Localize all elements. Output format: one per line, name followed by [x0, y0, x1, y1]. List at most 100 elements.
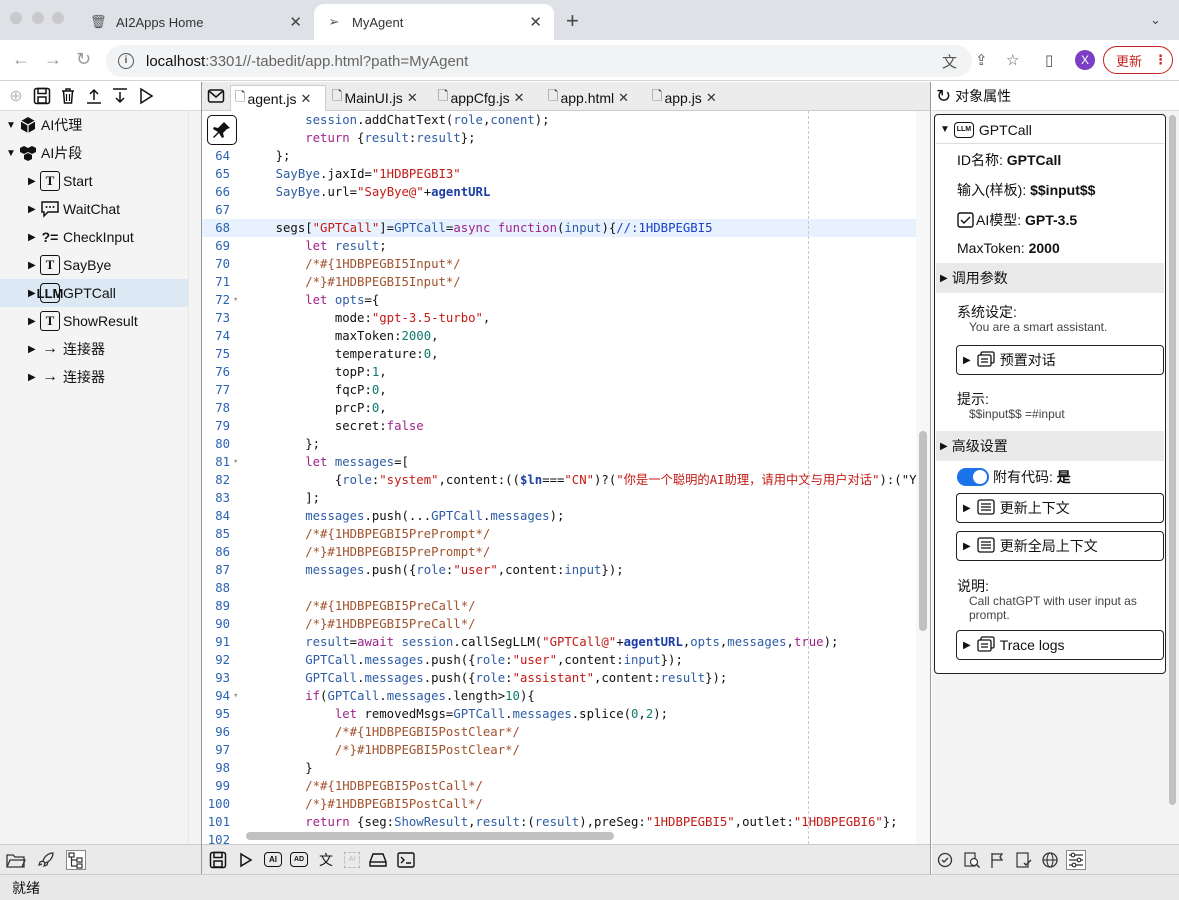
browser-tab-home[interactable]: 🗑 AI2Apps Home ✕ — [78, 4, 314, 40]
drive-icon[interactable] — [368, 850, 388, 870]
fold-arrow-icon[interactable]: ▾ — [233, 453, 238, 471]
update-button[interactable]: 更新 ⋮ — [1103, 46, 1173, 74]
delete-icon[interactable] — [58, 86, 78, 106]
window-minimize-button[interactable] — [32, 12, 44, 24]
expand-arrow-icon[interactable]: ▼ — [940, 124, 950, 135]
save-icon[interactable] — [208, 850, 228, 870]
tab-agent-js[interactable]: 🗋 agent.js ✕ — [230, 85, 326, 111]
window-zoom-button[interactable] — [52, 12, 64, 24]
ai-disabled-icon[interactable]: AI — [344, 851, 360, 868]
collapsed-arrow-icon[interactable]: ▶ — [28, 344, 40, 355]
info-icon[interactable]: i — [118, 53, 134, 69]
window-close-button[interactable] — [10, 12, 22, 24]
tree-node-connector[interactable]: ▶ → 连接器 — [0, 335, 188, 363]
forward-button[interactable]: → — [44, 49, 62, 70]
editor-horizontal-scrollbar[interactable] — [246, 832, 614, 840]
prop-id[interactable]: ID名称: GPTCall — [957, 150, 1061, 170]
tree-node-connector[interactable]: ▶ → 连接器 — [0, 363, 188, 391]
share-icon[interactable]: ⇪ — [975, 51, 988, 69]
tab-mainui-js[interactable]: 🗋 MainUI.js ✕ — [328, 85, 428, 111]
pin-icon[interactable] — [207, 115, 237, 145]
prop-input[interactable]: 输入(样板): $$input$$ — [957, 180, 1095, 200]
tab-app-js[interactable]: 🗋 app.js ✕ — [648, 85, 730, 111]
collapsed-arrow-icon[interactable]: ▶ — [28, 260, 40, 271]
move-down-icon[interactable] — [110, 86, 130, 106]
prop-maxtoken[interactable]: MaxToken: 2000 — [957, 240, 1060, 256]
tree-node-saybye[interactable]: ▶ T SayBye — [0, 251, 188, 279]
search-doc-icon[interactable] — [962, 850, 982, 870]
tree-node-gptcall[interactable]: ▶ LLM GPTCall — [0, 279, 188, 307]
url-field[interactable]: i localhost:3301//-tabedit/app.html?path… — [106, 45, 972, 77]
back-button[interactable]: ← — [12, 49, 30, 70]
tab-app-html[interactable]: 🗋 app.html ✕ — [544, 85, 644, 111]
tree-node-checkinput[interactable]: ▶ ?= CheckInput — [0, 223, 188, 251]
tree-node-waitchat[interactable]: ▶ WaitChat — [0, 195, 188, 223]
prop-model[interactable]: AI模型: GPT-3.5 — [957, 210, 1077, 230]
preset-dialog-button[interactable]: ▶ 预置对话 — [956, 345, 1164, 375]
tree-node-showresult[interactable]: ▶ T ShowResult — [0, 307, 188, 335]
terminal-icon[interactable] — [396, 850, 416, 870]
tree-node-start[interactable]: ▶ T Start — [0, 167, 188, 195]
fold-arrow-icon[interactable]: ▾ — [233, 687, 238, 705]
check-clock-icon[interactable] — [936, 850, 956, 870]
settings-sliders-icon[interactable] — [1066, 849, 1086, 870]
update-context-button[interactable]: ▶ 更新上下文 — [956, 493, 1164, 523]
collapsed-arrow-icon[interactable]: ▶ — [28, 316, 40, 327]
sidepanel-icon[interactable]: ▯ — [1045, 51, 1053, 69]
node-header[interactable]: ▼ LLM GPTCall — [936, 116, 1164, 144]
close-icon[interactable]: ✕ — [289, 13, 302, 31]
play-icon[interactable] — [136, 86, 156, 106]
section-advanced[interactable]: ▶ 高级设置 — [936, 431, 1164, 461]
avatar[interactable]: X — [1075, 50, 1095, 70]
tree-node-ai-segments[interactable]: ▼ AI片段 — [0, 139, 188, 167]
tab-appcfg-js[interactable]: 🗋 appCfg.js ✕ — [434, 85, 538, 111]
refresh-icon[interactable]: ↻ — [936, 86, 951, 107]
prop-desc-value[interactable]: Call chatGPT with user input as prompt. — [969, 594, 1149, 622]
prop-system-value[interactable]: You are a smart assistant. — [969, 320, 1149, 334]
expand-arrow-icon[interactable]: ▼ — [6, 148, 18, 159]
translate-icon[interactable]: 文 — [942, 51, 957, 72]
has-code-toggle[interactable] — [957, 468, 989, 486]
close-icon[interactable]: ✕ — [514, 90, 525, 106]
globe-icon[interactable] — [1040, 850, 1060, 870]
close-icon[interactable]: ✕ — [706, 90, 717, 106]
ai-doc-icon[interactable]: AD — [290, 852, 308, 867]
star-icon[interactable]: ☆ — [1006, 51, 1019, 69]
fold-arrow-icon[interactable]: ▾ — [233, 291, 238, 309]
close-icon[interactable]: ✕ — [529, 13, 542, 31]
trace-logs-button[interactable]: ▶ Trace logs — [956, 630, 1164, 660]
close-icon[interactable]: ✕ — [407, 90, 418, 106]
collapsed-arrow-icon[interactable]: ▶ — [28, 232, 40, 243]
collapsed-arrow-icon[interactable]: ▶ — [28, 176, 40, 187]
play-icon[interactable] — [236, 850, 256, 870]
tree-node-ai-agent[interactable]: ▼ AI代理 — [0, 111, 188, 139]
chevron-down-icon[interactable]: ⌄ — [1150, 12, 1161, 28]
ai-chat-icon[interactable]: AI — [264, 852, 282, 867]
add-icon[interactable]: ⊕ — [6, 86, 26, 106]
rocket-icon[interactable] — [36, 850, 56, 870]
move-up-icon[interactable] — [84, 86, 104, 106]
reload-button[interactable]: ↻ — [76, 49, 91, 70]
mail-icon[interactable] — [206, 86, 226, 106]
pane-divider[interactable] — [201, 82, 202, 874]
collapsed-arrow-icon[interactable]: ▶ — [28, 372, 40, 383]
section-call-params[interactable]: ▶ 调用参数 — [936, 263, 1164, 293]
save-icon[interactable] — [32, 86, 52, 106]
close-icon[interactable]: ✕ — [618, 90, 629, 106]
editor-vertical-scrollbar[interactable] — [916, 111, 930, 844]
pane-divider[interactable] — [930, 82, 931, 874]
properties-scrollbar[interactable] — [1167, 111, 1179, 844]
collapsed-arrow-icon[interactable]: ▶ — [28, 204, 40, 215]
browser-tab-myagent[interactable]: ➢ MyAgent ✕ — [314, 4, 554, 40]
translate-icon[interactable]: 文 — [316, 850, 336, 870]
new-tab-button[interactable]: + — [566, 8, 579, 34]
update-global-context-button[interactable]: ▶ 更新全局上下文 — [956, 531, 1164, 561]
expand-arrow-icon[interactable]: ▼ — [6, 120, 18, 131]
prop-prompt-value[interactable]: $$input$$ =#input — [969, 407, 1149, 421]
flag-icon[interactable] — [988, 850, 1008, 870]
folder-icon[interactable] — [6, 850, 26, 870]
tree-scrollbar[interactable] — [188, 111, 201, 844]
close-icon[interactable]: ✕ — [301, 91, 312, 107]
prop-has-code[interactable]: 附有代码: 是 — [957, 467, 1071, 487]
scroll-thumb[interactable] — [1169, 115, 1176, 805]
